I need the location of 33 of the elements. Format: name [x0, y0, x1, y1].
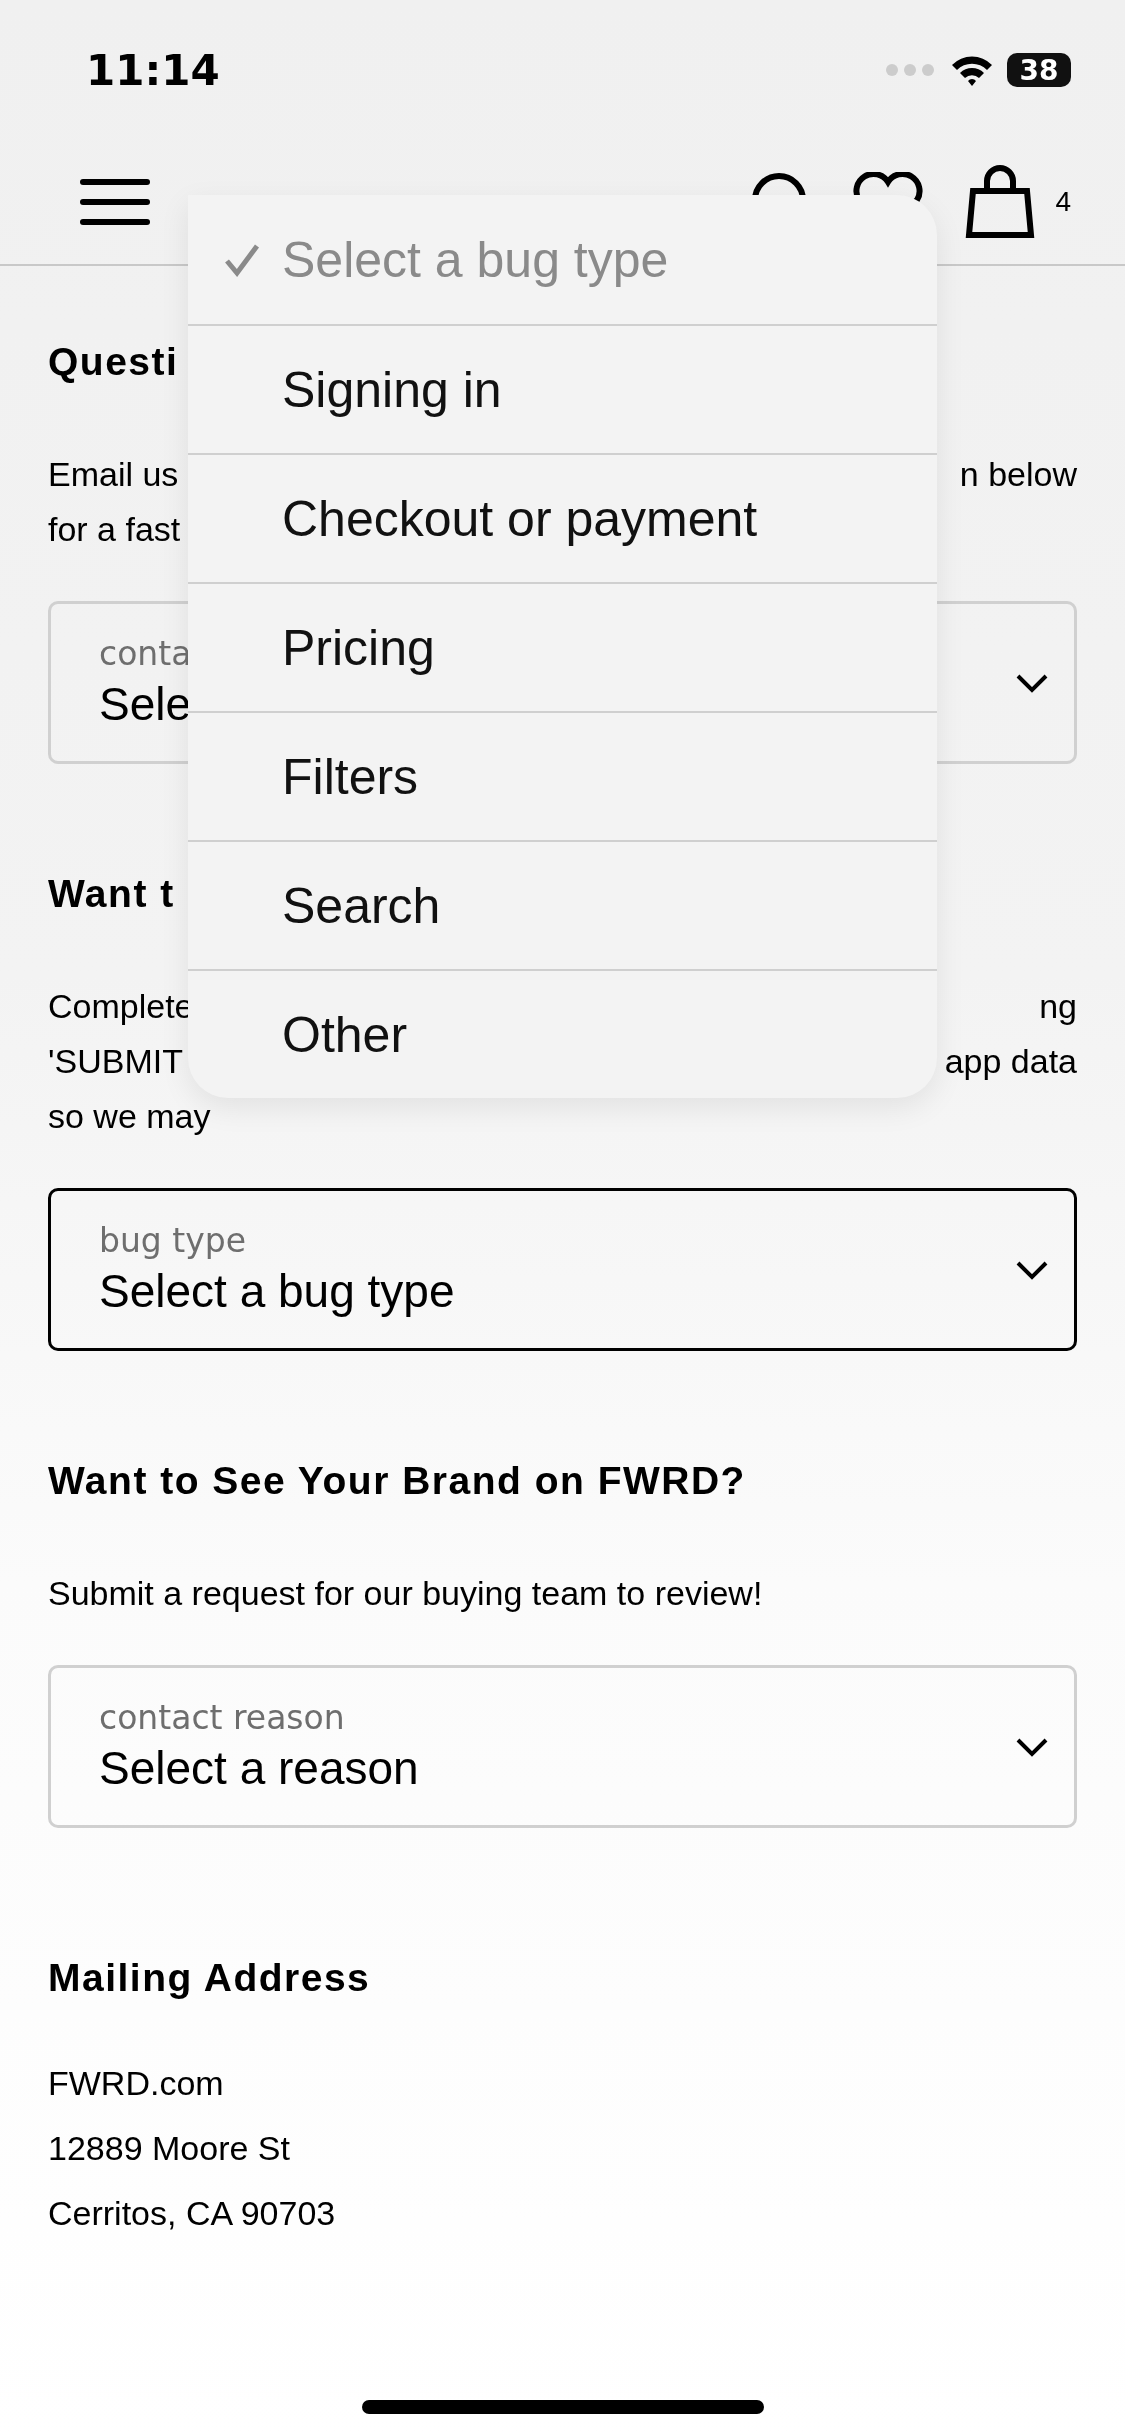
- select-field[interactable]: contact reason Select a reason: [48, 1665, 1077, 1828]
- chevron-icon: [1016, 672, 1048, 693]
- dropdown-option[interactable]: Pricing: [188, 582, 937, 711]
- address-line: Cerritos, CA 90703: [48, 2194, 337, 2233]
- dropdown-option[interactable]: Signing in: [188, 324, 937, 453]
- body-text: for a fast: [48, 509, 181, 549]
- status-time: 11:14: [86, 45, 220, 95]
- select-field[interactable]: bug type Select a bug type: [48, 1188, 1077, 1351]
- body-text: Email us: [48, 454, 179, 494]
- body-text: 'SUBMIT: [48, 1041, 183, 1081]
- signal-icon: [885, 63, 937, 77]
- section-heading: Want to See Your Brand on FWRD?: [48, 1459, 746, 1503]
- dropdown-option[interactable]: Search: [188, 840, 937, 969]
- menu-icon[interactable]: [80, 177, 150, 227]
- section-heading: Questi: [48, 340, 179, 384]
- chevron-icon: [1016, 1259, 1048, 1280]
- cart-count: 4: [1055, 186, 1071, 218]
- body-text: so we may: [48, 1096, 211, 1136]
- body-text: app data: [944, 1041, 1077, 1081]
- address-line: FWRD.com: [48, 2064, 225, 2103]
- body-text: ng: [1039, 986, 1077, 1026]
- section-heading: Mailing Address: [48, 1956, 371, 2000]
- section-heading: Want t: [48, 872, 175, 916]
- battery-icon: 38: [1007, 53, 1071, 87]
- shopping-bag-icon[interactable]: [965, 165, 1036, 239]
- chevron-icon: [1016, 1736, 1048, 1757]
- address-line: 12889 Moore St: [48, 2129, 291, 2168]
- dropdown-option[interactable]: Other: [188, 969, 937, 1098]
- dropdown-option[interactable]: Filters: [188, 711, 937, 840]
- dropdown-option[interactable]: Checkout or payment: [188, 453, 937, 582]
- body-text: n below: [959, 454, 1077, 494]
- body-text: Submit a request for our buying team to review!: [48, 1573, 763, 1613]
- checkmark-icon: [224, 242, 260, 277]
